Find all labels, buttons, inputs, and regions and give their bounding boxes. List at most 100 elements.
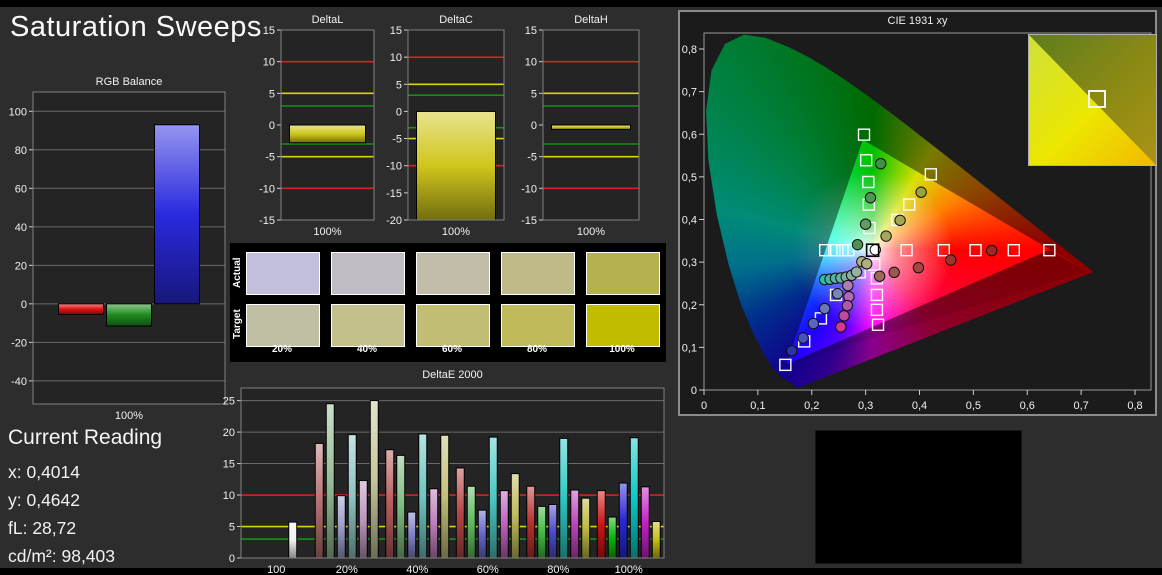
target-square (857, 128, 871, 141)
reading-cdm: cd/m²: 98,403 (8, 546, 115, 566)
svg-text:-40: -40 (11, 376, 27, 388)
measurement-point (807, 317, 820, 330)
measurement-point (851, 238, 864, 251)
svg-text:40%: 40% (406, 564, 428, 574)
actual-target-swatch-table: Actual Target 20% 40% 60% 80% 100% (230, 243, 666, 362)
page-root: Saturation Sweeps RGB Balance -40 -20 0 20 4… (0, 0, 1162, 575)
swatch-actual-40% (331, 252, 405, 295)
bar (325, 403, 335, 559)
svg-text:-20: -20 (11, 337, 27, 349)
out-of-ref-gamut-shade (785, 249, 1088, 365)
svg-text:-10: -10 (521, 183, 537, 195)
measurement-point (864, 192, 877, 204)
target-square (1007, 243, 1020, 257)
svg-text:-5: -5 (265, 152, 275, 164)
delta-l-title: DeltaL (311, 14, 344, 26)
svg-text:-15: -15 (521, 215, 537, 227)
measurement-point (880, 230, 892, 242)
measurement-point (797, 332, 809, 344)
cie-x-tick: 0,2 (804, 400, 819, 412)
bar (369, 400, 379, 559)
swatch-col-label: 60% (441, 344, 462, 355)
bar (570, 489, 580, 559)
bar (466, 485, 476, 559)
chart-canvas: -40 -20 0 20 40 60 80 100 100% (9, 91, 226, 422)
svg-text:-15: -15 (259, 215, 275, 227)
reading-y: y: 0,4642 (8, 490, 80, 510)
svg-text:-10: -10 (386, 161, 402, 173)
bar (629, 437, 639, 559)
svg-text:0: 0 (269, 120, 275, 132)
measurement-point (985, 244, 998, 257)
measurement-point (915, 186, 927, 198)
chart-canvas: -15 -10 -5 0 5 10 15 100% (259, 26, 375, 238)
svg-text:100%: 100% (615, 564, 643, 574)
bar (58, 303, 104, 315)
target-square (969, 243, 982, 257)
cie-x-tick: 0,6 (1020, 400, 1035, 412)
svg-text:15: 15 (525, 26, 537, 37)
chart-canvas: 0510152025100 20% 40% 60% 80% 100% (223, 387, 665, 574)
measurement-point (835, 321, 847, 333)
svg-text:5: 5 (269, 88, 275, 100)
measurement-point (831, 287, 844, 300)
bar (618, 482, 628, 559)
target-square (862, 175, 875, 189)
delta-h-chart[interactable]: -15 -10 -5 0 5 10 15 100% (510, 26, 641, 238)
svg-text:20: 20 (15, 260, 27, 272)
cie-y-tick: 0,5 (682, 172, 697, 184)
measurement-point (842, 279, 854, 292)
delta-l-chart[interactable]: -15 -10 -5 0 5 10 15 100% (248, 26, 376, 238)
swatch-col-label: 40% (356, 344, 377, 355)
cie-y-tick: 0 (691, 385, 697, 397)
target-square (779, 358, 792, 372)
bar (548, 503, 558, 559)
swatch-row-label-actual: Actual (232, 257, 243, 288)
cie-y-tick: 0,3 (682, 257, 697, 269)
cie-y-tick: 0,1 (682, 342, 697, 354)
cie-chart-panel[interactable]: CIE 1931 xy 0 0,1 0,2 0,3 0,4 0,5 0,6 0,7 0,8 0 0,… (678, 10, 1157, 416)
svg-text:100%: 100% (442, 226, 470, 238)
svg-text:100: 100 (9, 106, 27, 118)
target-square (859, 154, 873, 167)
svg-text:15: 15 (263, 26, 275, 37)
svg-text:-20: -20 (386, 215, 402, 227)
swatch-actual-80% (501, 252, 575, 295)
top-edge-bar (0, 0, 1162, 7)
pattern-preview-window (815, 430, 1022, 564)
cie-x-tick: 0,3 (858, 400, 873, 412)
target-square (937, 243, 950, 257)
svg-text:15: 15 (390, 26, 402, 37)
rgb-balance-title: RGB Balance (95, 76, 163, 88)
delta-e-title: DeltaE 2000 (422, 369, 483, 381)
bar (358, 480, 368, 559)
swatch-target-80% (501, 304, 575, 347)
cie-y-tick: 0,7 (682, 87, 697, 99)
swatch-actual-60% (416, 252, 490, 295)
bar (526, 485, 536, 559)
measurement-point (850, 266, 863, 278)
delta-e-chart[interactable]: 0 5 10 15 20 25 100 20% 40% 60% 80% 100% (205, 382, 667, 574)
delta-c-title: DeltaC (439, 14, 473, 26)
svg-text:0: 0 (531, 120, 537, 132)
bar (440, 434, 450, 559)
svg-text:80%: 80% (547, 564, 569, 574)
chart-canvas: -15 -10 -5 0 5 10 15 100% (521, 26, 640, 238)
svg-text:-15: -15 (386, 188, 402, 200)
cie-x-tick: 0,8 (1127, 400, 1142, 412)
svg-text:60: 60 (15, 183, 27, 195)
bar (455, 467, 465, 559)
bar (429, 488, 439, 559)
bar (154, 124, 200, 305)
rgb-balance-chart[interactable]: -40 -20 0 20 40 60 80 100 100% (0, 88, 230, 422)
cie-y-tick: 0,8 (682, 44, 697, 56)
swatch-target-60% (416, 304, 490, 347)
cie-x-tick: 0 (701, 400, 707, 412)
measurement-point (786, 345, 798, 357)
bar (385, 449, 395, 559)
bar (596, 490, 606, 559)
delta-c-chart[interactable]: -20 -15 -10 -5 0 5 10 15 100% (375, 26, 506, 238)
svg-text:-10: -10 (259, 183, 275, 195)
svg-text:40: 40 (15, 222, 27, 234)
svg-text:0: 0 (396, 106, 402, 118)
